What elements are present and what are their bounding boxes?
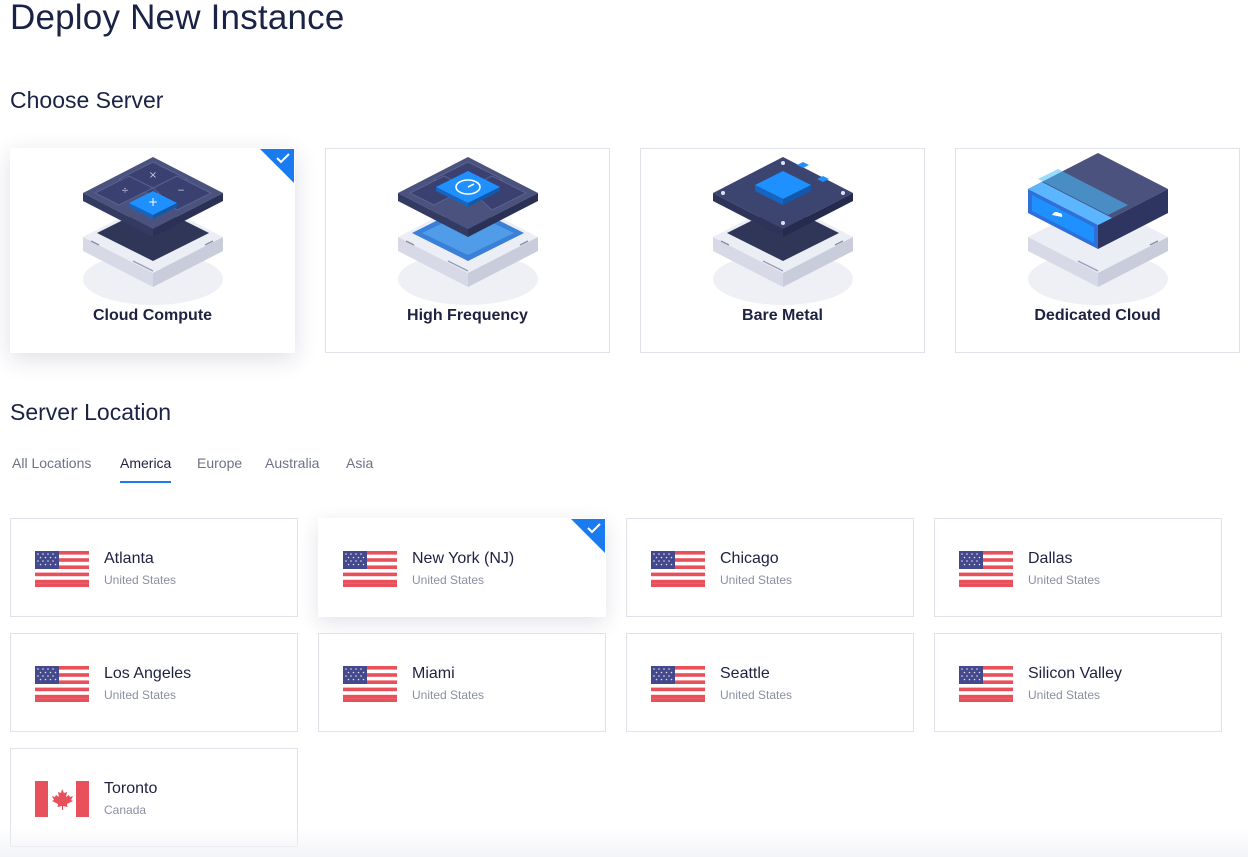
page-title: Deploy New Instance (10, 0, 345, 37)
location-city: Miami (412, 665, 455, 682)
tab-australia[interactable]: Australia (265, 455, 319, 481)
location-country: United States (1028, 573, 1101, 587)
selected-check-icon (571, 519, 605, 553)
location-new-york[interactable]: New York (NJ) United States (318, 518, 606, 617)
tab-america[interactable]: America (120, 455, 172, 483)
location-chicago[interactable]: Chicago United States (626, 518, 914, 617)
svg-text:+: + (148, 195, 158, 209)
us-flag-icon (959, 666, 1013, 702)
server-option-bare-metal[interactable]: Bare Metal (640, 148, 925, 353)
location-los-angeles[interactable]: Los Angeles United States (10, 633, 298, 732)
server-option-label: Cloud Compute (92, 307, 213, 324)
location-toronto[interactable]: Toronto Canada (10, 748, 298, 847)
selected-check-icon (260, 149, 294, 183)
us-flag-icon (343, 551, 397, 587)
location-country: United States (720, 688, 793, 702)
server-option-dedicated-cloud[interactable]: Dedicated Cloud (955, 148, 1240, 353)
location-silicon-valley[interactable]: Silicon Valley United States (934, 633, 1222, 732)
canada-flag-icon (35, 781, 89, 817)
location-country: United States (104, 688, 177, 702)
dedicated-cloud-icon (1028, 153, 1168, 305)
location-country: United States (412, 573, 485, 587)
location-country: United States (104, 573, 177, 587)
location-city: Toronto (104, 780, 158, 797)
location-city: Los Angeles (104, 665, 192, 682)
location-country: United States (412, 688, 485, 702)
svg-text:−: − (177, 186, 185, 196)
us-flag-icon (651, 666, 705, 702)
location-miami[interactable]: Miami United States (318, 633, 606, 732)
server-type-grid: + × ÷ − Cloud Compute High Frequency Bar… (10, 148, 1240, 353)
server-option-cloud-compute[interactable]: + × ÷ − Cloud Compute (10, 148, 295, 353)
location-city: Chicago (720, 550, 779, 567)
location-city: New York (NJ) (412, 550, 515, 567)
tab-europe[interactable]: Europe (197, 455, 242, 481)
location-city: Silicon Valley (1028, 665, 1122, 682)
high-frequency-icon (398, 157, 538, 305)
tab-all-locations[interactable]: All Locations (12, 455, 91, 481)
server-option-high-frequency[interactable]: High Frequency (325, 148, 610, 353)
location-atlanta[interactable]: Atlanta United States (10, 518, 298, 617)
bare-metal-icon (713, 157, 853, 305)
tab-asia[interactable]: Asia (346, 455, 373, 481)
svg-text:×: × (149, 170, 157, 181)
us-flag-icon (959, 551, 1013, 587)
location-city: Atlanta (104, 550, 154, 567)
location-city: Seattle (720, 665, 770, 682)
location-country: United States (720, 573, 793, 587)
location-city: Dallas (1028, 550, 1073, 567)
server-option-label: Dedicated Cloud (1034, 307, 1161, 324)
location-country: United States (1028, 688, 1101, 702)
choose-server-heading: Choose Server (10, 87, 164, 113)
us-flag-icon (651, 551, 705, 587)
us-flag-icon (343, 666, 397, 702)
server-option-label: Bare Metal (742, 307, 823, 324)
server-location-heading: Server Location (10, 399, 172, 425)
location-seattle[interactable]: Seattle United States (626, 633, 914, 732)
us-flag-icon (35, 551, 89, 587)
cloud-compute-icon: + × ÷ − (83, 157, 223, 305)
us-flag-icon (35, 666, 89, 702)
location-country: Canada (104, 803, 147, 817)
location-dallas[interactable]: Dallas United States (934, 518, 1222, 617)
svg-text:÷: ÷ (121, 186, 129, 196)
server-option-label: High Frequency (407, 307, 528, 324)
